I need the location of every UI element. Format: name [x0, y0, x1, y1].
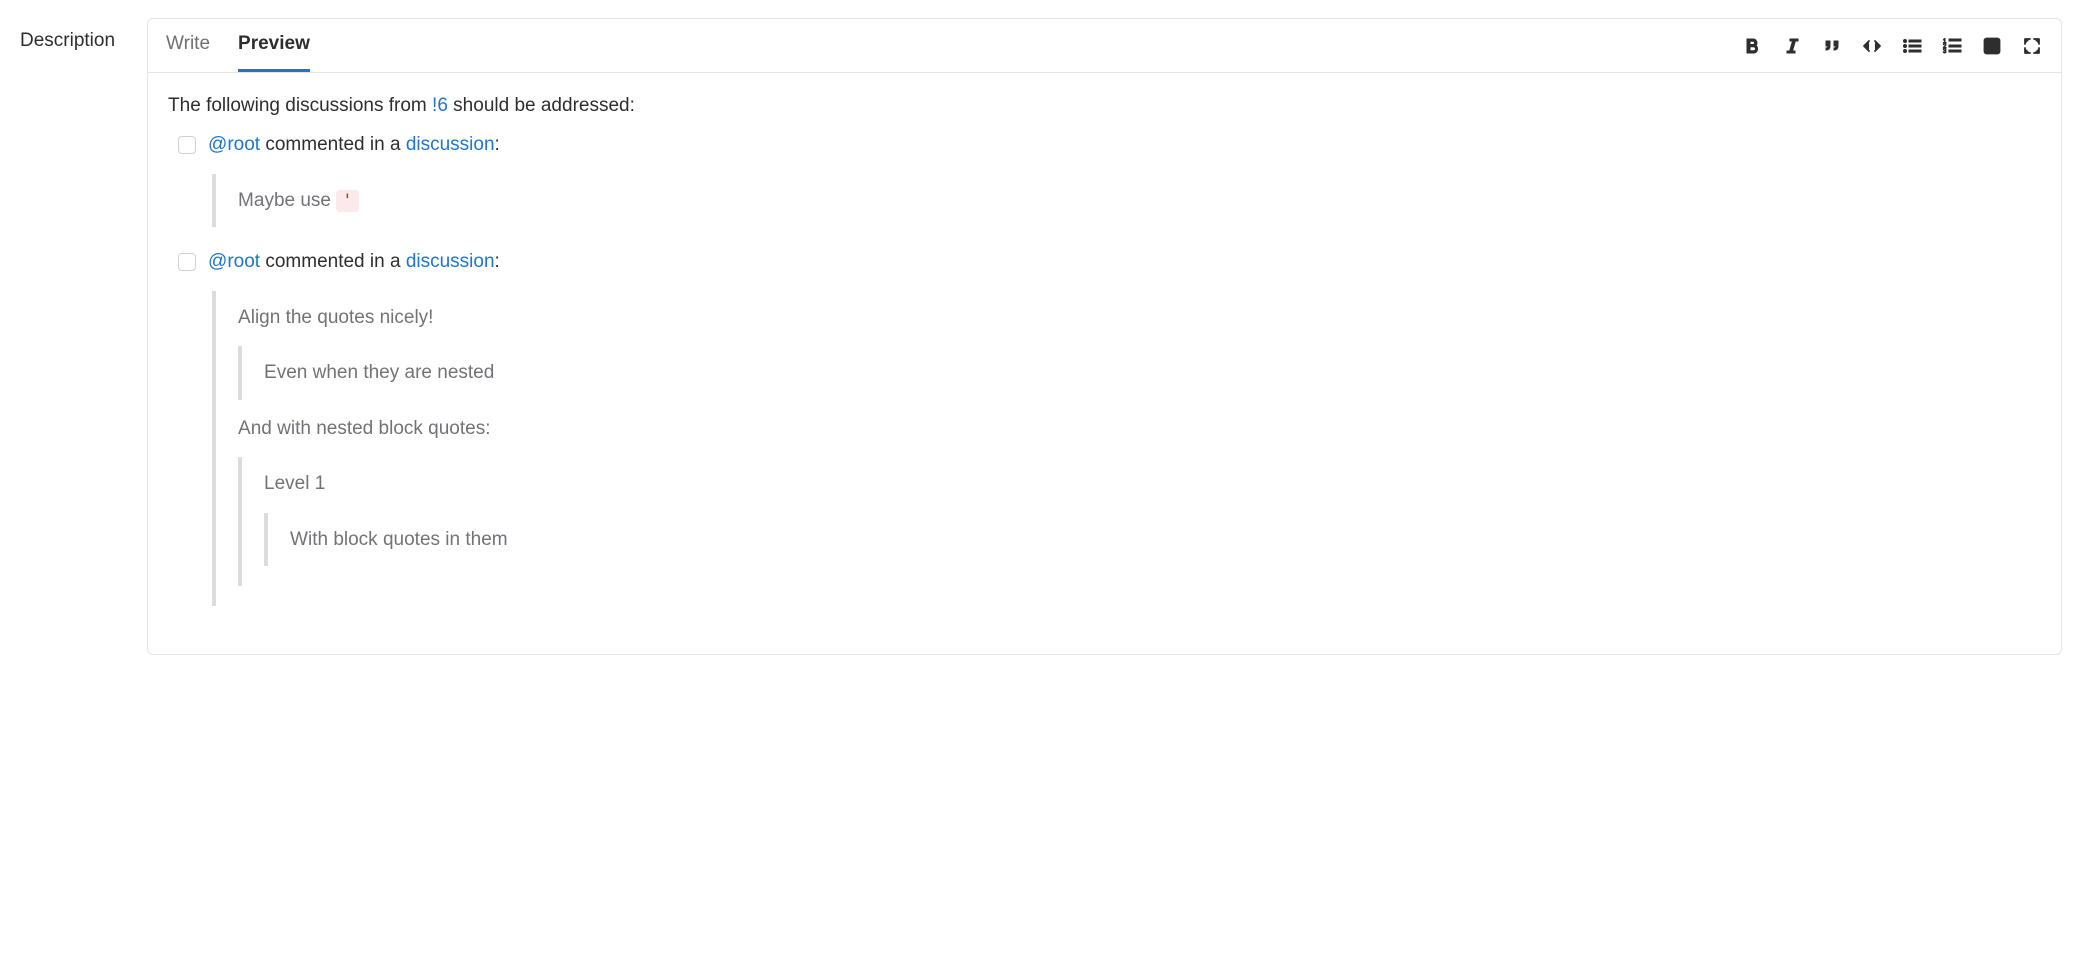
- quote-text: Level 1: [264, 469, 2041, 498]
- user-link[interactable]: @root: [208, 251, 260, 272]
- task-item: @root commented in a discussion: Align t…: [178, 247, 2041, 620]
- quote-text: Even when they are nested: [264, 358, 2041, 387]
- bullet-list-icon[interactable]: [1901, 35, 1923, 57]
- blockquote: Align the quotes nicely! Even when they …: [212, 291, 2041, 606]
- intro-text: The following discussions from !6 should…: [168, 91, 2041, 120]
- blockquote-nested: With block quotes in them: [264, 513, 2041, 566]
- task-list-icon[interactable]: [1981, 35, 2003, 57]
- blockquote-nested: Even when they are nested: [238, 346, 2041, 399]
- user-link[interactable]: @root: [208, 134, 260, 155]
- discussion-link[interactable]: discussion: [406, 134, 495, 155]
- merge-request-link[interactable]: !6: [432, 95, 448, 116]
- comment-middle: commented in a: [260, 134, 406, 155]
- quote-text: Align the quotes nicely!: [238, 303, 2041, 332]
- discussion-comment-line: @root commented in a discussion:: [208, 247, 2041, 276]
- svg-text:3: 3: [1943, 49, 1947, 55]
- editor-panel: Write Preview: [147, 18, 2062, 655]
- quote-text: With block quotes in them: [290, 525, 2041, 554]
- editor-tabs: Write Preview: [166, 19, 310, 72]
- comment-colon: :: [495, 251, 500, 272]
- fullscreen-icon[interactable]: [2021, 35, 2043, 57]
- inline-code: ': [336, 190, 358, 212]
- intro-suffix: should be addressed:: [448, 95, 635, 116]
- quote-text: And with nested block quotes:: [238, 414, 2041, 443]
- editor-header: Write Preview: [148, 19, 2061, 73]
- comment-middle: commented in a: [260, 251, 406, 272]
- intro-prefix: The following discussions from: [168, 95, 432, 116]
- task-list: @root commented in a discussion: Maybe u…: [168, 130, 2041, 620]
- editor-toolbar: 123: [1741, 35, 2043, 57]
- code-icon[interactable]: [1861, 35, 1883, 57]
- preview-content: The following discussions from !6 should…: [148, 73, 2061, 654]
- tab-preview[interactable]: Preview: [238, 19, 310, 72]
- tab-write[interactable]: Write: [166, 19, 210, 72]
- discussion-link[interactable]: discussion: [406, 251, 495, 272]
- quote-text: Maybe use ': [238, 186, 2041, 215]
- description-label: Description: [20, 18, 115, 52]
- task-item: @root commented in a discussion: Maybe u…: [178, 130, 2041, 241]
- discussion-comment-line: @root commented in a discussion:: [208, 130, 2041, 159]
- comment-colon: :: [495, 134, 500, 155]
- italic-icon[interactable]: [1781, 35, 1803, 57]
- bold-icon[interactable]: [1741, 35, 1763, 57]
- checkbox-icon[interactable]: [178, 253, 196, 271]
- numbered-list-icon[interactable]: 123: [1941, 35, 1963, 57]
- checkbox-icon[interactable]: [178, 136, 196, 154]
- blockquote: Maybe use ': [212, 174, 2041, 227]
- blockquote-nested: Level 1 With block quotes in them: [238, 457, 2041, 586]
- quote-icon[interactable]: [1821, 35, 1843, 57]
